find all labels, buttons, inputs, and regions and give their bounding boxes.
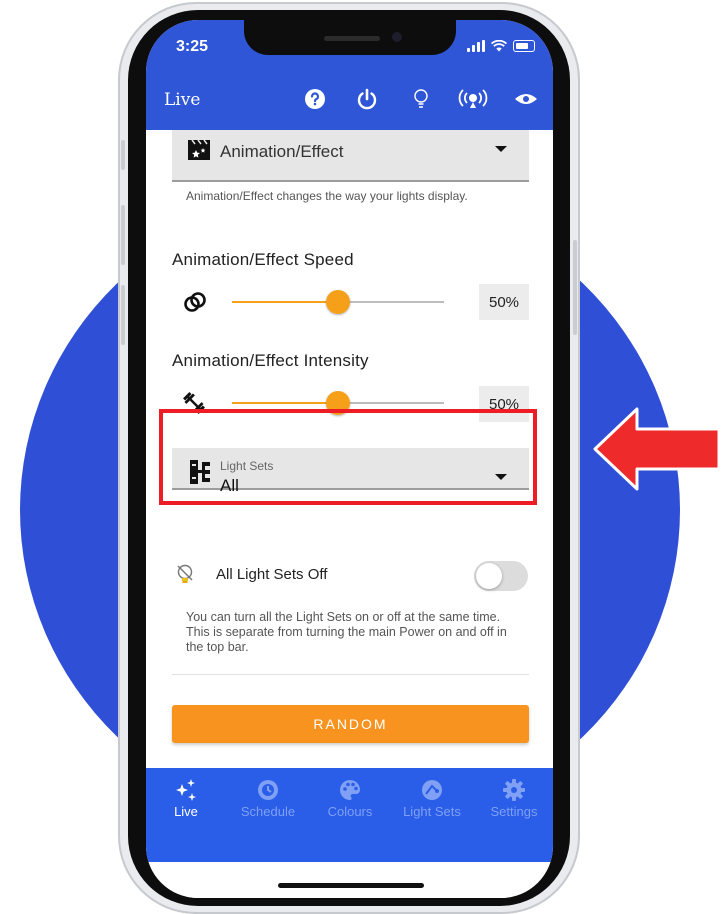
home-indicator-area bbox=[146, 862, 553, 898]
tab-label: Colours bbox=[327, 804, 373, 819]
status-icons bbox=[467, 40, 535, 52]
app-header: 3:25 Live bbox=[146, 20, 553, 130]
gear-icon bbox=[503, 779, 525, 801]
highlight-box bbox=[159, 409, 537, 505]
effect-helper-text: Animation/Effect changes the way your li… bbox=[186, 189, 468, 203]
tab-schedule[interactable]: Schedule bbox=[228, 778, 308, 819]
speed-slider[interactable] bbox=[232, 286, 444, 318]
effect-select-value: Animation/Effect bbox=[220, 142, 344, 161]
tab-live[interactable]: Live bbox=[146, 778, 226, 819]
tab-settings[interactable]: Settings bbox=[474, 778, 553, 819]
toggle-knob bbox=[476, 563, 502, 589]
intensity-slider-fill bbox=[232, 402, 338, 404]
tab-label: Live bbox=[174, 804, 198, 819]
front-camera bbox=[392, 32, 402, 42]
status-time: 3:25 bbox=[176, 38, 209, 55]
page-title: Live bbox=[164, 90, 201, 110]
speed-slider-fill bbox=[232, 301, 338, 303]
tab-label: Schedule bbox=[240, 804, 296, 819]
eye-icon[interactable] bbox=[513, 86, 539, 112]
all-light-sets-off-toggle[interactable] bbox=[474, 561, 528, 591]
home-indicator[interactable] bbox=[278, 883, 424, 888]
help-icon[interactable] bbox=[302, 86, 328, 112]
volume-up-button bbox=[121, 205, 125, 265]
speaker-grille bbox=[324, 36, 380, 41]
divider bbox=[172, 674, 529, 675]
light-sets-icon bbox=[422, 780, 442, 800]
effect-select[interactable]: Animation/Effect bbox=[172, 130, 529, 182]
random-button[interactable]: RANDOM bbox=[172, 705, 529, 743]
power-icon[interactable] bbox=[354, 86, 380, 112]
all-light-sets-off-label: All Light Sets Off bbox=[216, 566, 328, 583]
speed-heading: Animation/Effect Speed bbox=[172, 250, 354, 269]
volume-down-button bbox=[121, 285, 125, 345]
mute-switch bbox=[121, 140, 125, 170]
rings-icon bbox=[184, 292, 206, 312]
palette-icon bbox=[340, 780, 360, 800]
signal-icon bbox=[467, 40, 485, 52]
bottom-tab-bar: Live Schedule Colours Light Sets Setting… bbox=[146, 768, 553, 862]
lightbulb-icon[interactable] bbox=[408, 86, 434, 112]
tab-label: Light Sets bbox=[403, 804, 461, 819]
chevron-down-icon bbox=[495, 146, 507, 152]
bulb-off-icon bbox=[177, 564, 193, 583]
speed-slider-thumb[interactable] bbox=[326, 290, 350, 314]
all-light-sets-helper-text: You can turn all the Light Sets on or of… bbox=[186, 610, 507, 654]
power-side-button bbox=[573, 240, 577, 335]
tab-light-sets[interactable]: Light Sets bbox=[392, 778, 472, 819]
callout-arrow-icon bbox=[593, 407, 721, 491]
battery-icon bbox=[513, 40, 535, 52]
tab-label: Settings bbox=[490, 804, 538, 819]
tab-colours[interactable]: Colours bbox=[310, 778, 390, 819]
wifi-icon bbox=[491, 40, 507, 52]
clapperboard-icon bbox=[188, 140, 210, 160]
intensity-heading: Animation/Effect Intensity bbox=[172, 351, 369, 370]
sparkles-icon bbox=[176, 779, 196, 801]
broadcast-icon[interactable] bbox=[458, 86, 488, 112]
speed-value[interactable]: 50% bbox=[479, 284, 529, 320]
notch bbox=[244, 20, 456, 55]
schedule-icon bbox=[258, 780, 278, 800]
